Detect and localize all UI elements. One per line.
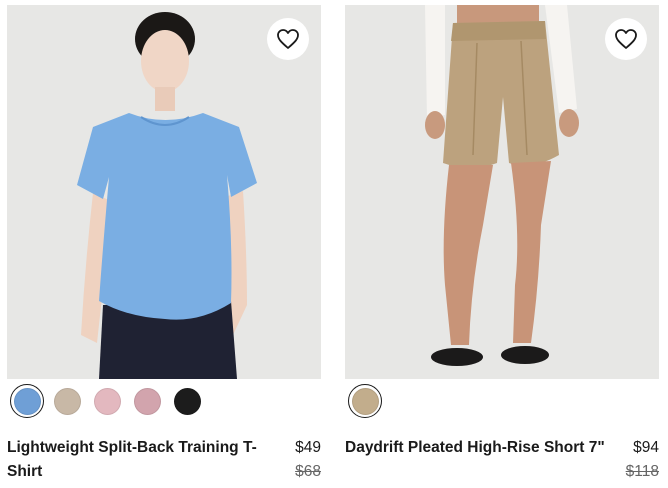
price-block: $49 $68 xyxy=(295,436,321,484)
swatch-color xyxy=(53,387,81,415)
sale-price: $49 xyxy=(295,439,321,456)
heart-outline-icon xyxy=(614,28,638,50)
color-swatch[interactable] xyxy=(10,384,44,418)
product-info: Lightweight Split-Back Training T-Shirt … xyxy=(7,436,321,484)
original-price: $118 xyxy=(625,463,659,480)
product-image[interactable] xyxy=(345,5,659,379)
swatch-color xyxy=(133,387,161,415)
color-swatches xyxy=(10,384,204,418)
swatch-color xyxy=(351,387,379,415)
product-info: Daydrift Pleated High-Rise Short 7" $94 … xyxy=(345,436,659,484)
original-price: $68 xyxy=(295,463,321,480)
product-card[interactable]: Daydrift Pleated High-Rise Short 7" $94 … xyxy=(345,0,659,488)
color-swatch[interactable] xyxy=(90,384,124,418)
swatch-color xyxy=(173,387,201,415)
color-swatch[interactable] xyxy=(170,384,204,418)
color-swatches xyxy=(348,384,382,418)
favorite-button[interactable] xyxy=(267,18,309,60)
product-name[interactable]: Lightweight Split-Back Training T-Shirt xyxy=(7,436,275,484)
heart-outline-icon xyxy=(276,28,300,50)
product-image[interactable] xyxy=(7,5,321,379)
sale-price: $94 xyxy=(633,439,659,456)
product-card[interactable]: Lightweight Split-Back Training T-Shirt … xyxy=(7,0,321,488)
color-swatch[interactable] xyxy=(348,384,382,418)
swatch-color xyxy=(93,387,121,415)
favorite-button[interactable] xyxy=(605,18,647,60)
color-swatch[interactable] xyxy=(50,384,84,418)
color-swatch[interactable] xyxy=(130,384,164,418)
product-name[interactable]: Daydrift Pleated High-Rise Short 7" xyxy=(345,436,613,484)
swatch-color xyxy=(13,387,41,415)
price-block: $94 $118 xyxy=(626,436,659,484)
